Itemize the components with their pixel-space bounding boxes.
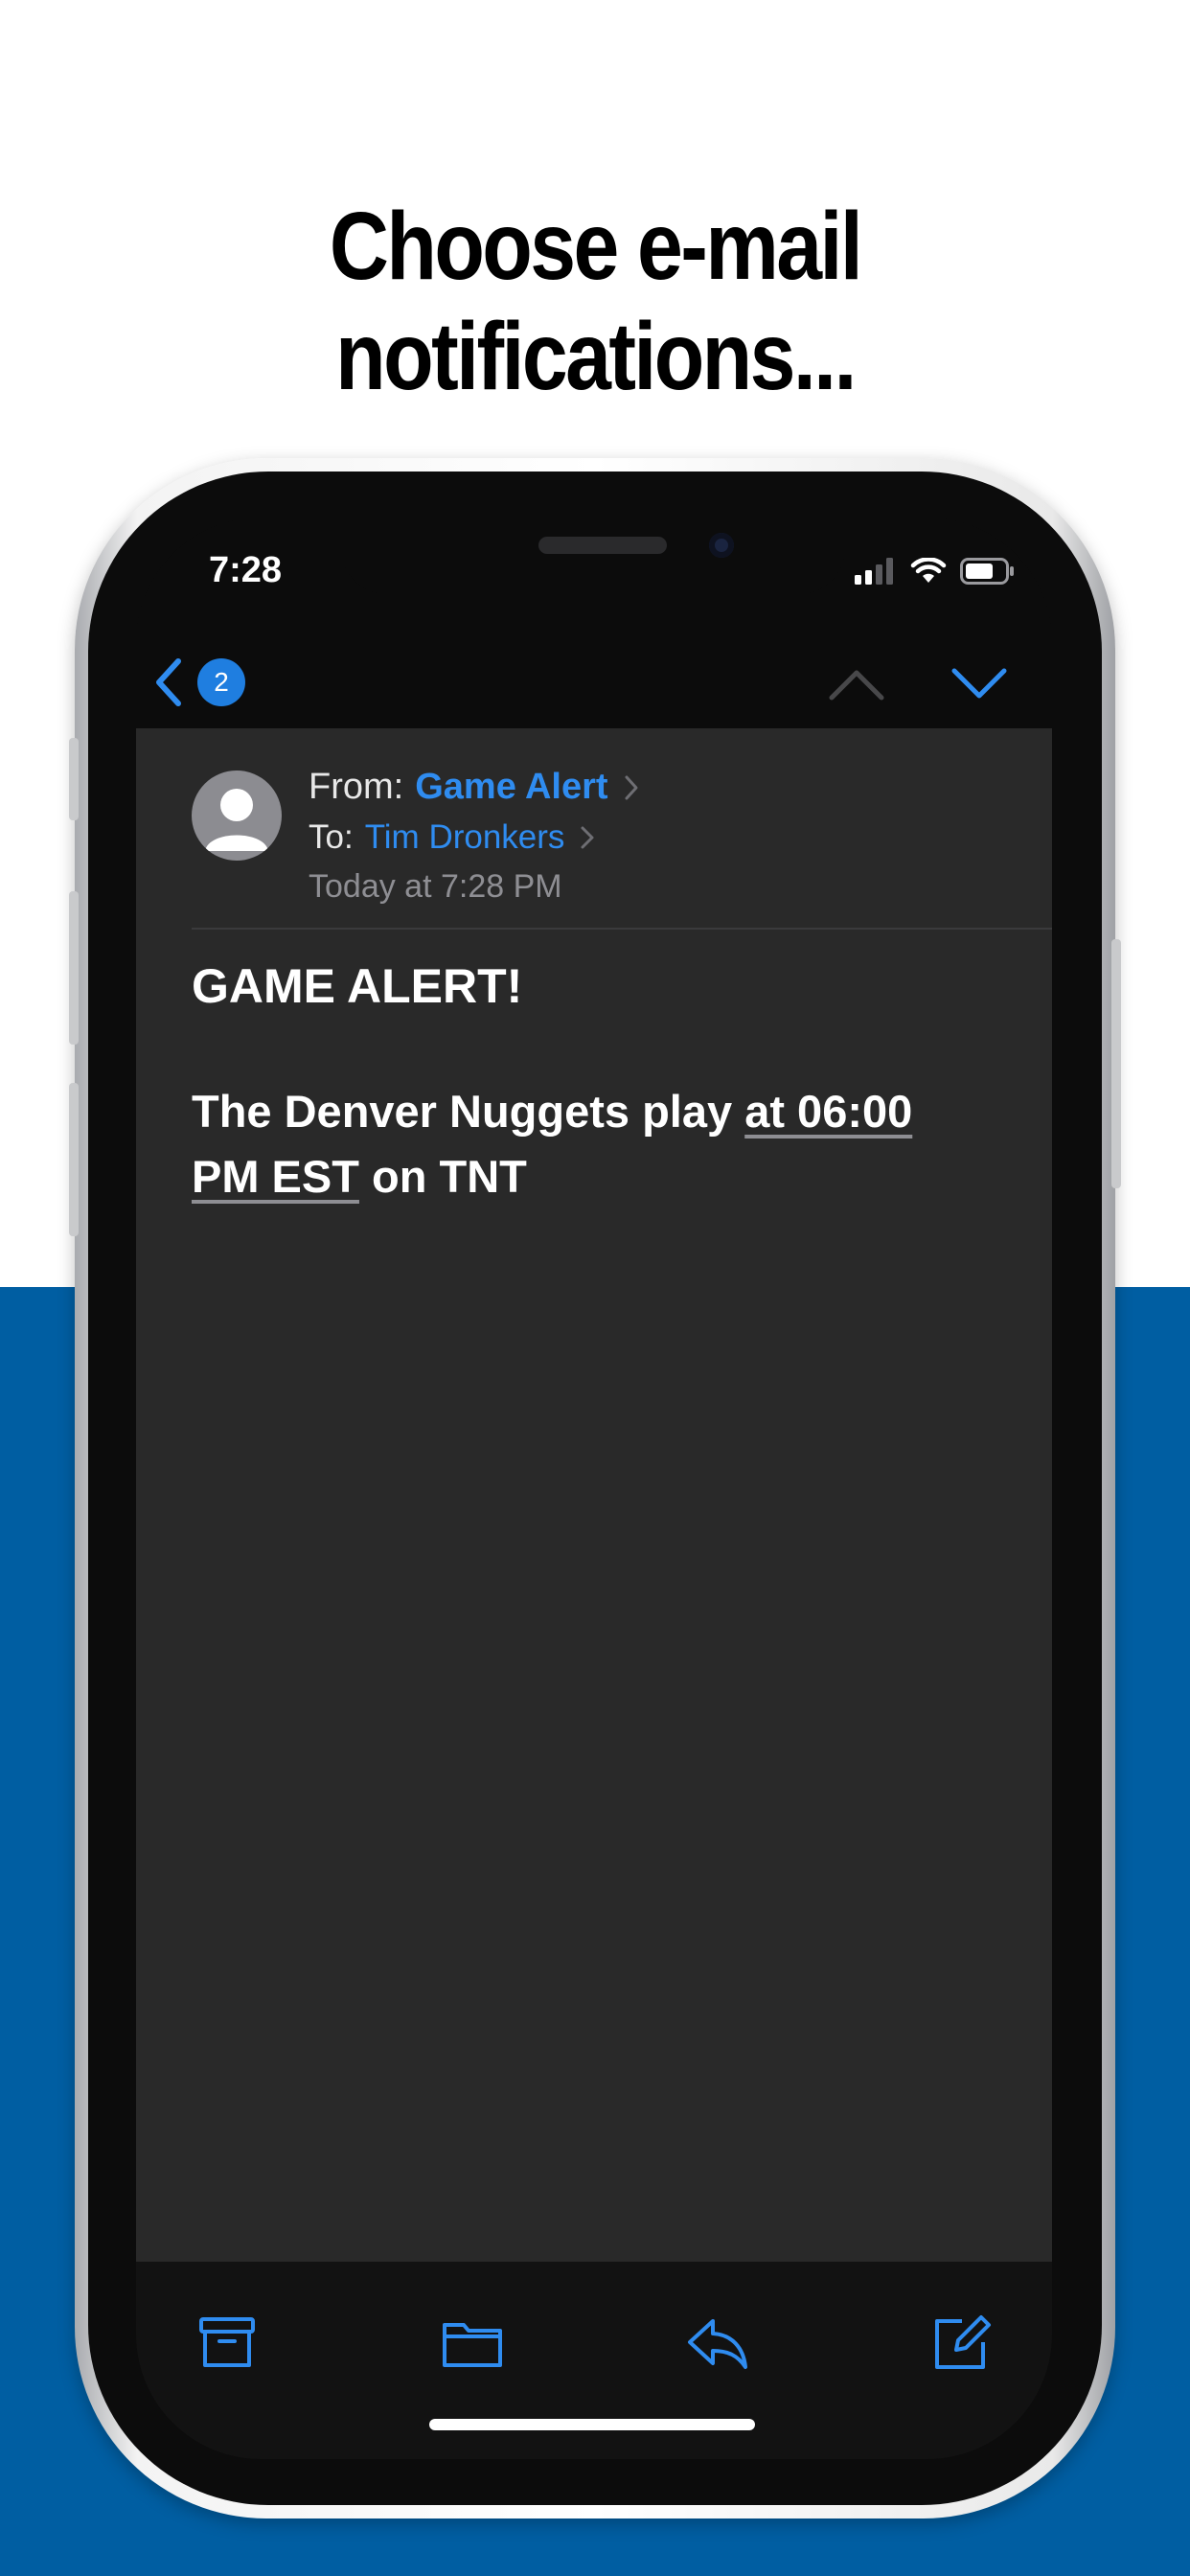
header-divider <box>192 928 1052 930</box>
time-link-part-1[interactable]: at 06:00 <box>744 1086 912 1137</box>
next-message-button[interactable] <box>950 663 1008 710</box>
volume-down-button <box>69 1083 79 1236</box>
person-icon <box>205 789 268 851</box>
archive-button[interactable] <box>194 2310 261 2377</box>
volume-up-button <box>69 891 79 1045</box>
reply-button[interactable] <box>684 2310 751 2377</box>
speaker-grille <box>538 537 667 554</box>
battery-icon <box>960 558 1014 585</box>
message-text-end: on TNT <box>358 1151 527 1202</box>
mute-switch <box>69 738 79 820</box>
headline: Choose e-mail notifications... <box>329 193 863 410</box>
from-row: From: Game Alert <box>309 767 639 808</box>
from-label: From: <box>309 767 404 807</box>
cellular-signal-icon <box>855 558 893 585</box>
compose-icon <box>935 2315 991 2369</box>
recipient-name-link[interactable]: Tim Dronkers <box>365 818 565 857</box>
sender-name-link[interactable]: Game Alert <box>415 767 607 808</box>
chevron-up-icon <box>829 670 884 701</box>
notch <box>341 518 845 594</box>
chevron-left-icon <box>156 658 181 706</box>
mail-nav-bar: 2 <box>136 642 1052 728</box>
chevron-down-icon <box>951 668 1007 699</box>
to-label: To: <box>309 818 354 856</box>
time-link-part-2[interactable]: PM EST <box>192 1151 359 1202</box>
message-text-start: The Denver Nuggets play <box>192 1086 745 1137</box>
archive-icon <box>199 2317 255 2367</box>
power-button <box>1111 939 1121 1188</box>
message-date: Today at 7:28 PM <box>309 868 562 905</box>
front-camera <box>709 533 734 558</box>
folder-icon <box>443 2323 502 2367</box>
unread-count-badge: 2 <box>197 658 245 706</box>
status-time: 7:28 <box>209 550 283 590</box>
back-button[interactable]: 2 <box>153 656 245 709</box>
phone-screen: 7:28 2 From: Game Alert To: Tim Dronkers… <box>136 518 1052 2459</box>
chevron-right-icon <box>625 775 638 799</box>
sender-avatar <box>192 770 282 861</box>
to-row: To: Tim Dronkers <box>309 818 595 857</box>
status-icons <box>855 558 1016 585</box>
mail-message: From: Game Alert To: Tim Dronkers Today … <box>136 728 1052 2262</box>
chevron-right-icon <box>581 826 594 849</box>
previous-message-button[interactable] <box>828 663 885 710</box>
message-subject: GAME ALERT! <box>192 959 523 1013</box>
home-indicator[interactable] <box>429 2419 755 2430</box>
reply-icon <box>688 2319 747 2369</box>
move-to-folder-button[interactable] <box>439 2310 506 2377</box>
wifi-icon <box>910 558 947 583</box>
compose-button[interactable] <box>927 2310 995 2377</box>
message-text: The Denver Nuggets play at 06:00 PM EST o… <box>192 1079 977 1209</box>
